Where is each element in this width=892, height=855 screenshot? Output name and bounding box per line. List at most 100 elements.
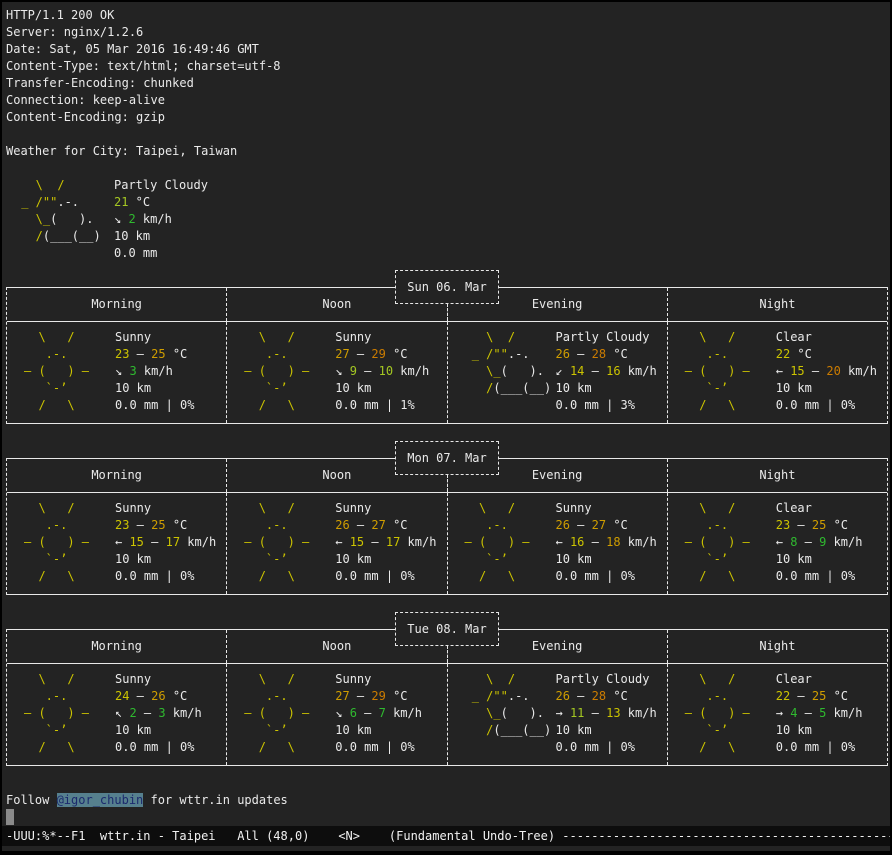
temperature-range: 23 – 25 °C xyxy=(776,517,887,534)
precipitation: 0.0 mm | 3% xyxy=(556,397,667,414)
temperature-range: 22 °C xyxy=(776,346,887,363)
footer-suffix: for wttr.in updates xyxy=(143,793,288,807)
visibility: 10 km xyxy=(776,551,887,568)
date-label: Sun 06. Mar xyxy=(407,279,486,296)
current-wind: ↘ 2 km/h xyxy=(114,211,374,228)
forecast-cell: \ / .-. – ( ) – `-’ / \Sunny27 – 29 °C↘ … xyxy=(226,664,446,765)
twitter-handle-link[interactable]: @igor_chubin xyxy=(57,793,144,807)
sunny-icon: \ / .-. – ( ) – `-’ / \ xyxy=(7,329,115,423)
sunny-icon: \ / .-. – ( ) – `-’ / \ xyxy=(668,500,776,594)
forecast-cell: \ / _ /"".-. \_( ). /(___(__)Partly Clou… xyxy=(447,664,667,765)
column-header-night: Night xyxy=(667,288,887,321)
visibility: 10 km xyxy=(776,380,887,397)
column-header-morning: Morning xyxy=(7,630,226,663)
temperature-range: 26 – 27 °C xyxy=(335,517,446,534)
terminal-cursor-line xyxy=(6,809,890,826)
condition-text: Partly Cloudy xyxy=(556,329,667,346)
wind-speed: ← 16 – 18 km/h xyxy=(556,534,667,551)
wind-speed: ↖ 2 – 3 km/h xyxy=(115,705,226,722)
forecast-day-table: Tue 08. MarMorningNoonEveningNight \ / .… xyxy=(6,629,888,766)
http-header-line: Content-Type: text/html; charset=utf-8 xyxy=(6,58,890,75)
visibility: 10 km xyxy=(335,551,446,568)
http-header-line: Date: Sat, 05 Mar 2016 16:49:46 GMT xyxy=(6,41,890,58)
partly-cloudy-icon: \ / _ /"".-. \_( ). /(___(__) xyxy=(448,671,556,765)
precipitation: 0.0 mm | 0% xyxy=(115,397,226,414)
http-header-line: Server: nginx/1.2.6 xyxy=(6,24,890,41)
wind-speed: → 4 – 5 km/h xyxy=(776,705,887,722)
visibility: 10 km xyxy=(115,380,226,397)
visibility: 10 km xyxy=(115,722,226,739)
temperature-range: 27 – 29 °C xyxy=(335,688,446,705)
visibility: 10 km xyxy=(115,551,226,568)
condition-text: Sunny xyxy=(115,329,226,346)
sunny-icon: \ / .-. – ( ) – `-’ / \ xyxy=(227,671,335,765)
sunny-icon: \ / .-. – ( ) – `-’ / \ xyxy=(7,671,115,765)
partly-cloudy-icon: \ / _ /"".-. \_( ). /(___(__) xyxy=(448,329,556,423)
partly-cloudy-icon: \ / _ /"".-. \_( ). /(___(__) xyxy=(14,177,114,262)
terminal-window: HTTP/1.1 200 OKServer: nginx/1.2.6Date: … xyxy=(0,0,892,855)
precipitation: 0.0 mm | 0% xyxy=(556,739,667,756)
temperature-range: 24 – 26 °C xyxy=(115,688,226,705)
forecast-cell: \ / .-. – ( ) – `-’ / \Sunny23 – 25 °C← … xyxy=(7,493,226,594)
sunny-icon: \ / .-. – ( ) – `-’ / \ xyxy=(668,329,776,423)
forecast-cell: \ / .-. – ( ) – `-’ / \Sunny24 – 26 °C↖ … xyxy=(7,664,226,765)
sunny-icon: \ / .-. – ( ) – `-’ / \ xyxy=(227,500,335,594)
precipitation: 0.0 mm | 0% xyxy=(115,568,226,585)
condition-text: Clear xyxy=(776,329,887,346)
temperature-range: 26 – 28 °C xyxy=(556,688,667,705)
http-header-line: Content-Encoding: gzip xyxy=(6,109,890,126)
sunny-icon: \ / .-. – ( ) – `-’ / \ xyxy=(7,500,115,594)
sunny-icon: \ / .-. – ( ) – `-’ / \ xyxy=(668,671,776,765)
forecast-cell: \ / .-. – ( ) – `-’ / \Clear23 – 25 °C← … xyxy=(667,493,887,594)
wind-speed: ← 15 – 17 km/h xyxy=(335,534,446,551)
temperature-range: 26 – 27 °C xyxy=(556,517,667,534)
http-header-line: Transfer-Encoding: chunked xyxy=(6,75,890,92)
current-conditions-info: Partly Cloudy21 °C↘ 2 km/h10 km0.0 mm xyxy=(114,177,374,262)
wind-speed: ↘ 9 – 10 km/h xyxy=(335,363,446,380)
temperature-range: 23 – 25 °C xyxy=(115,517,226,534)
precipitation: 0.0 mm | 0% xyxy=(556,568,667,585)
forecast-cell: \ / .-. – ( ) – `-’ / \Sunny23 – 25 °C↘ … xyxy=(7,322,226,423)
date-label: Mon 07. Mar xyxy=(407,450,486,467)
current-condition-text: Partly Cloudy xyxy=(114,177,374,194)
temperature-range: 23 – 25 °C xyxy=(115,346,226,363)
condition-text: Sunny xyxy=(556,500,667,517)
forecast-cell: \ / _ /"".-. \_( ). /(___(__)Partly Clou… xyxy=(447,322,667,423)
precipitation: 0.0 mm | 0% xyxy=(335,739,446,756)
column-header-night: Night xyxy=(667,630,887,663)
wind-speed: ← 8 – 9 km/h xyxy=(776,534,887,551)
condition-text: Partly Cloudy xyxy=(556,671,667,688)
column-header-morning: Morning xyxy=(7,459,226,492)
forecast-cell: \ / .-. – ( ) – `-’ / \Sunny27 – 29 °C↘ … xyxy=(226,322,446,423)
forecast-day-table: Mon 07. MarMorningNoonEveningNight \ / .… xyxy=(6,458,888,595)
wind-speed: ↘ 6 – 7 km/h xyxy=(335,705,446,722)
temperature-range: 26 – 28 °C xyxy=(556,346,667,363)
sunny-icon: \ / .-. – ( ) – `-’ / \ xyxy=(227,329,335,423)
sunny-icon: \ / .-. – ( ) – `-’ / \ xyxy=(448,500,556,594)
http-header-line: Connection: keep-alive xyxy=(6,92,890,109)
visibility: 10 km xyxy=(556,380,667,397)
condition-text: Clear xyxy=(776,671,887,688)
terminal-screen: HTTP/1.1 200 OKServer: nginx/1.2.6Date: … xyxy=(2,2,890,851)
wind-speed: ← 15 – 20 km/h xyxy=(776,363,887,380)
visibility: 10 km xyxy=(335,722,446,739)
temperature-range: 27 – 29 °C xyxy=(335,346,446,363)
current-precipitation: 0.0 mm xyxy=(114,245,374,262)
precipitation: 0.0 mm | 0% xyxy=(115,739,226,756)
visibility: 10 km xyxy=(335,380,446,397)
visibility: 10 km xyxy=(556,722,667,739)
condition-text: Sunny xyxy=(115,500,226,517)
temperature-range: 22 – 25 °C xyxy=(776,688,887,705)
date-box: Tue 08. Mar xyxy=(395,612,499,646)
forecast-cell: \ / .-. – ( ) – `-’ / \Sunny26 – 27 °C← … xyxy=(447,493,667,594)
visibility: 10 km xyxy=(776,722,887,739)
condition-text: Clear xyxy=(776,500,887,517)
wind-speed: ← 15 – 17 km/h xyxy=(115,534,226,551)
forecast-cell: \ / .-. – ( ) – `-’ / \Clear22 – 25 °C→ … xyxy=(667,664,887,765)
visibility: 10 km xyxy=(556,551,667,568)
wind-speed: ↙ 14 – 16 km/h xyxy=(556,363,667,380)
precipitation: 0.0 mm | 0% xyxy=(776,739,887,756)
forecast-cell: \ / .-. – ( ) – `-’ / \Clear22 °C← 15 – … xyxy=(667,322,887,423)
precipitation: 0.0 mm | 0% xyxy=(776,397,887,414)
footer-prefix: Follow xyxy=(6,793,57,807)
